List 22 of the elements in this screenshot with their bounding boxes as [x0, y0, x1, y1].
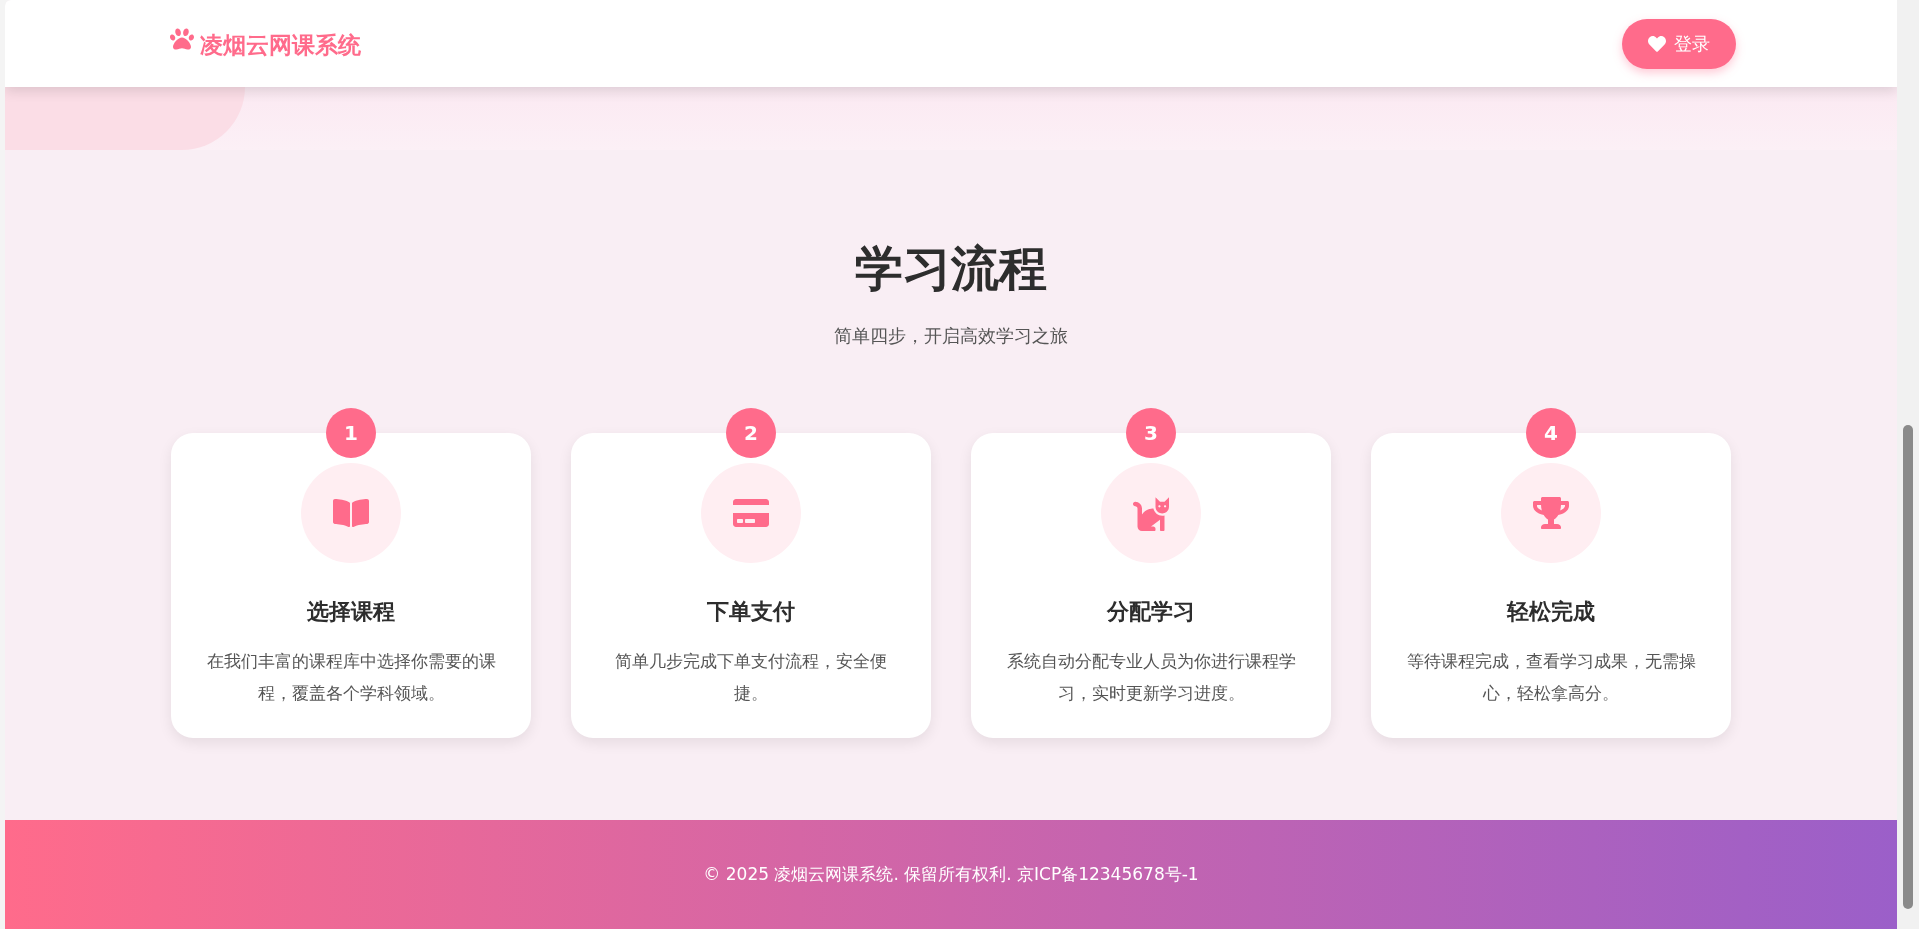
step-number: 3 — [1126, 408, 1176, 458]
step-title: 分配学习 — [1107, 598, 1195, 626]
footer-text: © 2025 凌烟云网课系统. 保留所有权利. 京ICP备12345678号-1 — [703, 863, 1199, 886]
cat-icon — [1133, 495, 1169, 531]
step-number: 4 — [1526, 408, 1576, 458]
scrollbar-thumb[interactable] — [1903, 425, 1913, 909]
trophy-icon — [1533, 495, 1569, 531]
section-subtitle: 简单四步，开启高效学习之旅 — [834, 324, 1068, 348]
step-description: 系统自动分配专业人员为你进行课程学习，实时更新学习进度。 — [1005, 650, 1297, 705]
step-title: 轻松完成 — [1507, 598, 1595, 626]
step-title: 选择课程 — [307, 598, 395, 626]
logo-text: 凌烟云网课系统 — [200, 30, 361, 60]
step-number: 2 — [726, 408, 776, 458]
step-description: 在我们丰富的课程库中选择你需要的课程，覆盖各个学科领域。 — [205, 650, 497, 705]
step-description: 简单几步完成下单支付流程，安全便捷。 — [614, 650, 888, 705]
step-description: 等待课程完成，查看学习成果，无需操心，轻松拿高分。 — [1405, 650, 1697, 705]
step-number: 1 — [326, 408, 376, 458]
heart-icon — [1648, 34, 1666, 53]
login-button[interactable]: 登录 — [1622, 18, 1736, 69]
paw-icon — [170, 26, 194, 51]
section-title: 学习流程 — [855, 240, 1047, 296]
step-title: 下单支付 — [707, 598, 795, 626]
